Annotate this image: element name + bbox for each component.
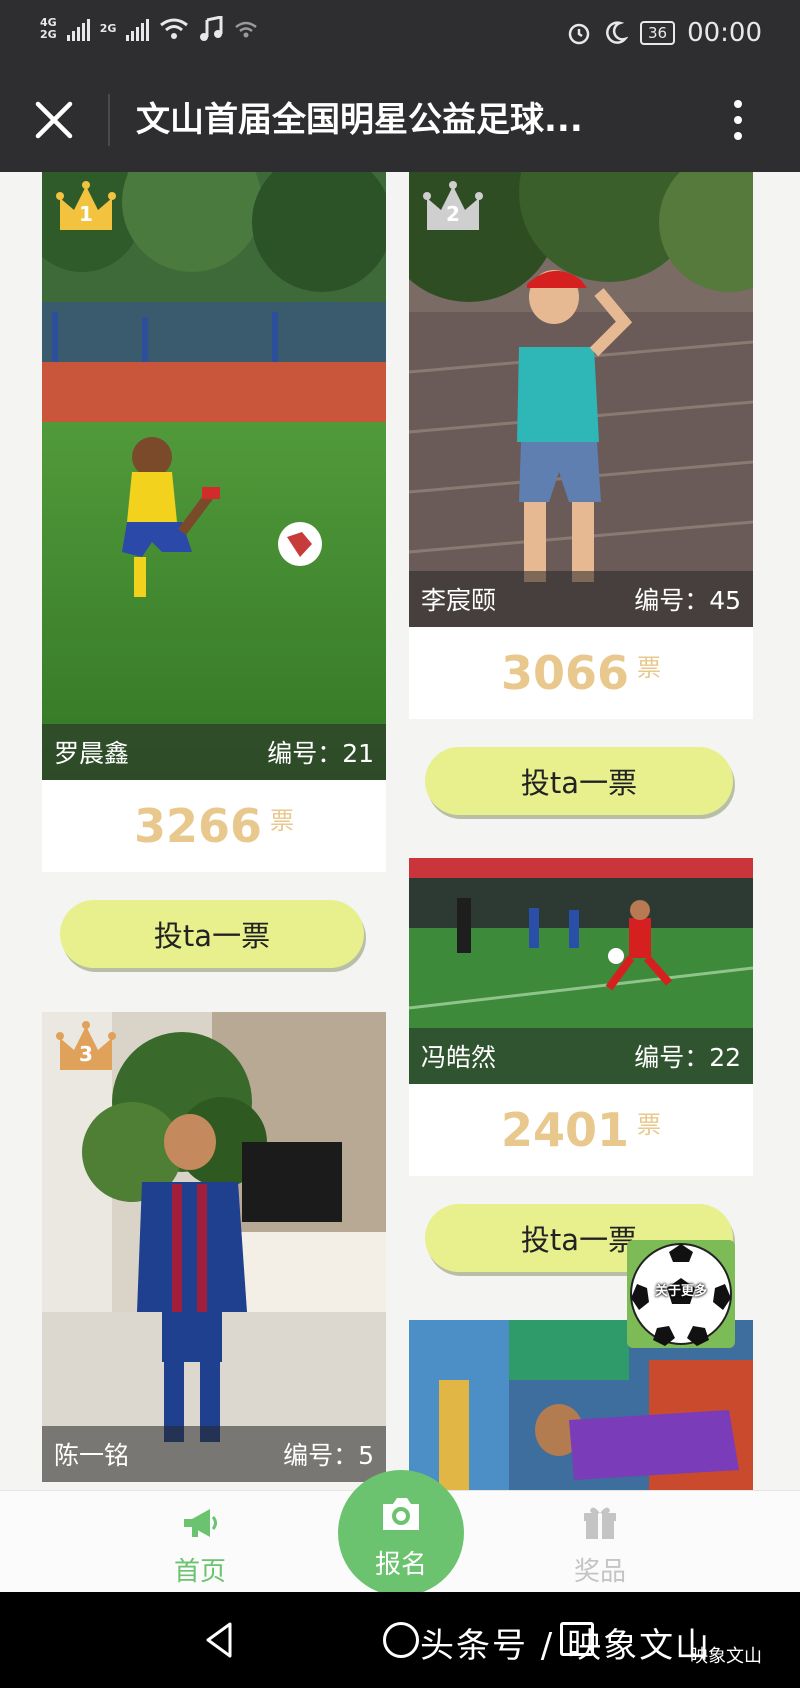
candidate-caption: 冯皓然 编号：22 bbox=[409, 1028, 753, 1084]
candidate-caption: 罗晨鑫 编号：21 bbox=[42, 724, 386, 780]
candidate-name: 罗晨鑫 bbox=[54, 739, 130, 768]
vote-count: 2401 bbox=[500, 1103, 630, 1157]
photo-boy-kicking-ball bbox=[42, 172, 386, 780]
battery-indicator: 36 bbox=[639, 21, 676, 45]
candidate-number: 编号：45 bbox=[634, 586, 741, 615]
gift-icon bbox=[584, 1507, 616, 1539]
vote-count: 3266 bbox=[133, 799, 263, 853]
vote-unit: 票 bbox=[637, 1110, 662, 1139]
hotspot-icon bbox=[235, 21, 258, 38]
close-icon[interactable] bbox=[30, 96, 78, 144]
network-bottom: 2G bbox=[40, 28, 57, 41]
candidate-caption: 李宸颐 编号：45 bbox=[409, 571, 753, 627]
clock: 00:00 bbox=[687, 18, 762, 48]
status-right: 36 00:00 bbox=[566, 18, 762, 48]
megaphone-icon bbox=[184, 1509, 217, 1537]
alarm-icon bbox=[568, 23, 590, 45]
network-type: 4G 2G bbox=[40, 17, 57, 41]
status-left: 4G 2G 2G bbox=[40, 16, 259, 42]
vote-count: 3066 bbox=[500, 646, 630, 700]
about-more-button[interactable]: 关于更多 bbox=[627, 1240, 735, 1348]
vote-unit: 票 bbox=[270, 806, 295, 835]
candidate-name: 李宸颐 bbox=[421, 586, 497, 615]
more-options-icon[interactable] bbox=[722, 96, 754, 144]
candidate-photo-2[interactable]: 2 李宸颐 编号：45 bbox=[409, 172, 753, 627]
tab-label: 报名 bbox=[374, 1550, 427, 1580]
candidate-name: 冯皓然 bbox=[421, 1043, 497, 1072]
candidate-photo-4[interactable]: 冯皓然 编号：22 bbox=[409, 858, 753, 1084]
system-nav-bar: 头条号 / 映象文山 映象文山 bbox=[0, 1592, 800, 1688]
tab-label: 首页 bbox=[173, 1557, 226, 1587]
photo-boy-red-cap bbox=[409, 172, 753, 627]
tab-label: 奖品 bbox=[573, 1557, 626, 1587]
status-bar: 4G 2G 2G 36 00:00 bbox=[0, 0, 800, 68]
vote-unit: 票 bbox=[637, 653, 662, 682]
title-bar: 文山首届全国明星公益足球... bbox=[0, 68, 800, 172]
watermark-text: 头条号 / 映象文山 bbox=[420, 1626, 712, 1666]
back-icon[interactable] bbox=[200, 1620, 240, 1660]
vote-count-box: 3266 票 bbox=[42, 780, 386, 872]
vote-button[interactable]: 投ta一票 bbox=[425, 747, 733, 815]
candidate-photo-1[interactable]: 1 罗晨鑫 编号：21 bbox=[42, 172, 386, 780]
about-more-label: 关于更多 bbox=[654, 1284, 707, 1299]
candidate-photo-3[interactable]: 3 陈一铭 编号：5 bbox=[42, 1012, 386, 1482]
network2-label: 2G bbox=[99, 22, 117, 35]
wifi-icon bbox=[160, 18, 189, 39]
candidate-number: 编号：22 bbox=[634, 1043, 741, 1072]
vote-button[interactable]: 投ta一票 bbox=[60, 900, 364, 968]
signal-icon-2 bbox=[126, 17, 150, 41]
candidate-number: 编号：5 bbox=[283, 1441, 374, 1470]
music-icon bbox=[200, 16, 223, 41]
vote-count-box: 3066 票 bbox=[409, 627, 753, 719]
photo-boy-barcelona-kit bbox=[42, 1012, 386, 1482]
rank-badge: 3 bbox=[79, 1042, 93, 1066]
candidate-caption: 陈一铭 编号：5 bbox=[42, 1426, 386, 1482]
rank-badge: 1 bbox=[79, 202, 93, 226]
rank-badge: 2 bbox=[446, 202, 460, 226]
candidate-name: 陈一铭 bbox=[54, 1441, 130, 1470]
tab-prizes[interactable]: 奖品 bbox=[530, 1491, 670, 1593]
home-icon[interactable] bbox=[383, 1622, 419, 1658]
watermark-logo: 映象文山 bbox=[690, 1646, 762, 1667]
camera-icon bbox=[383, 1498, 419, 1530]
page-title: 文山首届全国明星公益足球... bbox=[136, 100, 583, 140]
signal-icon bbox=[66, 17, 90, 41]
title-divider bbox=[108, 94, 110, 146]
vote-count-box: 2401 票 bbox=[409, 1084, 753, 1176]
candidate-number: 编号：21 bbox=[267, 739, 374, 768]
tab-home[interactable]: 首页 bbox=[130, 1491, 270, 1593]
tab-register[interactable]: 报名 bbox=[338, 1470, 464, 1596]
candidate-grid[interactable]: 1 罗晨鑫 编号：21 3266 票 投ta一票 3 陈一铭 编号：5 2 李宸… bbox=[0, 172, 800, 1490]
network-type-2: 2G bbox=[100, 23, 117, 35]
moon-icon bbox=[606, 21, 628, 44]
